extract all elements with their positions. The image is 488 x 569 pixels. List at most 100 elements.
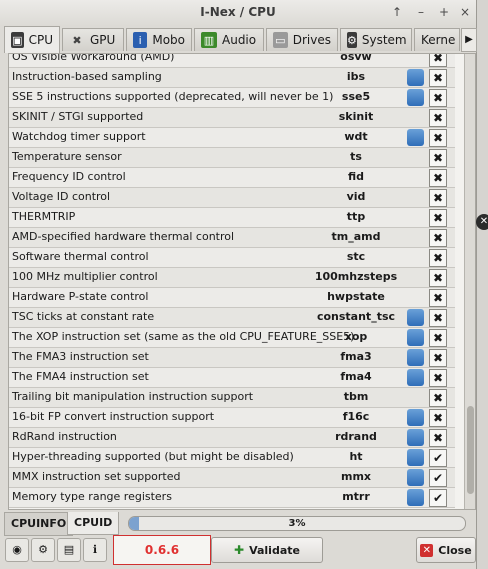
flag-description: Trailing bit manipulation instruction su…: [12, 390, 254, 403]
flag-description: Hyper-threading supported (but might be …: [12, 450, 294, 463]
flag-name: fma4: [340, 370, 372, 383]
tab-label: System: [361, 33, 407, 47]
cross-icon: ✖: [429, 129, 447, 147]
flag-description: Hardware P-state control: [12, 290, 149, 303]
flag-row: RdRand instruction rdrand ✖: [9, 428, 455, 448]
gpu-icon: ✖: [72, 33, 82, 47]
report-icon[interactable]: ▤: [57, 538, 81, 562]
flag-name: wdt: [344, 130, 368, 143]
tab-label: Audio: [222, 33, 257, 47]
flag-name: ts: [350, 150, 362, 163]
cross-icon: ✖: [429, 349, 447, 367]
supported-badge-icon: [407, 449, 424, 466]
close-icon: ✕: [420, 543, 434, 557]
flag-name: 100mhzsteps: [314, 270, 398, 283]
supported-badge-icon: [407, 129, 424, 146]
flag-name: tm_amd: [331, 230, 381, 243]
flag-description: Voltage ID control: [12, 190, 111, 203]
progress-bar: 3%: [128, 516, 466, 531]
flag-row: TSC ticks at constant rate constant_tsc ✖: [9, 308, 455, 328]
info-icon[interactable]: ℹ: [83, 538, 107, 562]
cross-icon: ✖: [429, 149, 447, 167]
flag-name: osvw: [340, 53, 372, 63]
flag-description: The FMA4 instruction set: [12, 370, 149, 383]
overlay-close-icon[interactable]: ✕: [476, 214, 488, 230]
progress-label: 3%: [288, 518, 306, 529]
tab-kernel[interactable]: Kerne: [414, 28, 460, 51]
vertical-scrollbar[interactable]: [464, 54, 475, 509]
window-minimize-icon[interactable]: –: [414, 5, 428, 19]
flag-name: ibs: [346, 70, 366, 83]
check-icon: ✔: [429, 489, 447, 507]
tab-label: CPU: [28, 33, 53, 47]
flag-name: tbm: [343, 390, 369, 403]
flag-row: Trailing bit manipulation instruction su…: [9, 388, 455, 408]
cross-icon: ✖: [429, 229, 447, 247]
tab-gpu[interactable]: ✖ GPU: [62, 28, 124, 51]
flag-description: Temperature sensor: [12, 150, 122, 163]
flag-description: 100 MHz multiplier control: [12, 270, 158, 283]
tab-scroll-right-icon[interactable]: ▶: [461, 28, 477, 52]
scrollbar-thumb[interactable]: [467, 406, 474, 494]
settings-gear-icon[interactable]: ⚙: [31, 538, 55, 562]
cross-icon: ✖: [429, 289, 447, 307]
tab-cpuid[interactable]: CPUID: [67, 512, 120, 535]
cpu-icon: ▣: [11, 32, 24, 48]
flag-row: OS Visible Workaround (AMD) osvw ✖: [9, 53, 455, 68]
supported-badge-icon: [407, 349, 424, 366]
drives-icon: ▭: [273, 32, 288, 48]
tab-drives[interactable]: ▭ Drives: [266, 28, 338, 51]
flag-description: RdRand instruction: [12, 430, 117, 443]
flag-description: OS Visible Workaround (AMD): [12, 53, 175, 63]
window-maximize-icon[interactable]: +: [437, 5, 451, 19]
window-up-icon[interactable]: ↑: [390, 5, 404, 19]
validate-button[interactable]: ✚ Validate: [211, 537, 323, 563]
cross-icon: ✖: [429, 109, 447, 127]
flag-description: 16-bit FP convert instruction support: [12, 410, 215, 423]
flag-description: Watchdog timer support: [12, 130, 146, 143]
tab-label: Drives: [292, 33, 331, 47]
system-icon: ⚙: [347, 32, 357, 48]
validate-icon: ✚: [234, 543, 245, 557]
flag-name: fid: [347, 170, 365, 183]
flag-row: AMD-specified hardware thermal control tm…: [9, 228, 455, 248]
check-icon: ✔: [429, 449, 447, 467]
flag-name: hwpstate: [327, 290, 385, 303]
validate-label: Validate: [249, 543, 300, 557]
close-button[interactable]: ✕ Close: [416, 537, 476, 563]
cross-icon: ✖: [429, 249, 447, 267]
window-close-icon[interactable]: ×: [458, 5, 472, 19]
flag-row: The FMA4 instruction set fma4 ✖: [9, 368, 455, 388]
flag-row: 100 MHz multiplier control 100mhzsteps ✖: [9, 268, 455, 288]
tab-label: GPU: [90, 33, 116, 47]
tab-audio[interactable]: ▥ Audio: [194, 28, 264, 51]
cross-icon: ✖: [429, 329, 447, 347]
flag-description: Memory type range registers: [12, 490, 172, 503]
flag-row: Hyper-threading supported (but might be …: [9, 448, 455, 468]
flag-row: Watchdog timer support wdt ✖: [9, 128, 455, 148]
camera-icon[interactable]: ◉: [5, 538, 29, 562]
check-icon: ✔: [429, 469, 447, 487]
supported-badge-icon: [407, 369, 424, 386]
flag-description: SKINIT / STGI supported: [12, 110, 144, 123]
supported-badge-icon: [407, 89, 424, 106]
tab-cpu[interactable]: ▣ CPU: [4, 26, 60, 53]
flag-name: vid: [346, 190, 366, 203]
mobo-icon: i: [133, 32, 148, 48]
tab-mobo[interactable]: i Mobo: [126, 28, 192, 51]
flag-row: Hardware P-state control hwpstate ✖: [9, 288, 455, 308]
flag-description: AMD-specified hardware thermal control: [12, 230, 235, 243]
flag-row: Memory type range registers mtrr ✔: [9, 488, 455, 508]
tab-cpuinfo[interactable]: CPUINFO: [4, 512, 74, 536]
flag-row: SSE 5 instructions supported (deprecated…: [9, 88, 455, 108]
flag-row: Instruction-based sampling ibs ✖: [9, 68, 455, 88]
flag-description: Frequency ID control: [12, 170, 126, 183]
flag-row: Software thermal control stc ✖: [9, 248, 455, 268]
cross-icon: ✖: [429, 429, 447, 447]
cross-icon: ✖: [429, 54, 447, 67]
flag-description: MMX instruction set supported: [12, 470, 181, 483]
flag-row: Temperature sensor ts ✖: [9, 148, 455, 168]
flag-name: mmx: [340, 470, 372, 483]
tab-system[interactable]: ⚙ System: [340, 28, 412, 51]
flag-name: constant_tsc: [316, 310, 396, 323]
